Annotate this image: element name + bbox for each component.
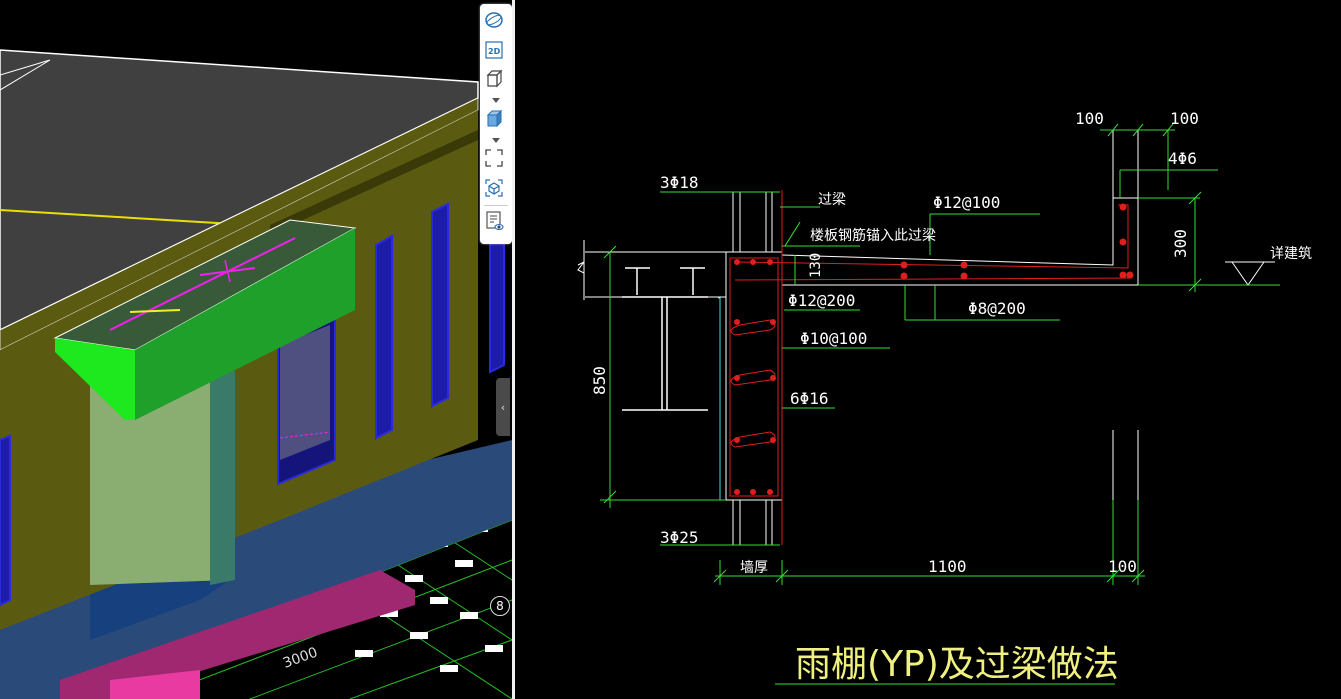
architecture-ref-label: 详建筑 [1270, 246, 1312, 262]
display-settings-icon[interactable] [484, 210, 508, 234]
collapse-panel-button[interactable]: ‹ [496, 378, 510, 436]
svg-text:2D: 2D [488, 47, 501, 56]
slab-anchor-note: 楼板钢筋锚入此过梁 [810, 227, 936, 244]
axis-number-badge: 8 [490, 596, 510, 616]
view-2d-icon[interactable]: 2D [484, 40, 508, 64]
dynamic-observe-icon[interactable] [484, 10, 508, 34]
view-cube-icon[interactable] [484, 178, 508, 202]
drawing-title: 雨棚(YP)及过梁做法 [795, 644, 1119, 685]
dim-130-label: 130 [808, 253, 824, 278]
3d-model-render: 3000 [0, 49, 512, 699]
view-toolbar: 2D [480, 4, 512, 244]
cad-drawing-pane[interactable]: 100 100 4Φ6 3Φ18 过梁 楼板钢筋锚入此过梁 Φ12@100 详建… [515, 0, 1341, 699]
chevron-down-icon[interactable] [492, 138, 500, 143]
dim-850-label: 850 [590, 366, 609, 395]
3d-viewport[interactable]: 3000 2D ‹ 8 [0, 0, 512, 699]
lintel-label: 过梁 [818, 192, 846, 208]
dim-300-label: 300 [1171, 229, 1190, 258]
wall-thickness-label: 墙厚 [740, 560, 768, 576]
stirrup-4-label: 4Φ6 [1168, 149, 1197, 168]
beam-top-bar-label: 3Φ18 [660, 173, 699, 192]
distribution-bar-label: Φ8@200 [968, 299, 1026, 318]
grid-dimension-text: 3000 [281, 645, 320, 672]
view-3d-solid-icon[interactable] [484, 108, 508, 132]
rebar-200-label: Φ12@200 [788, 291, 855, 310]
view-3d-box-icon[interactable] [484, 68, 508, 92]
zoom-extent-icon[interactable] [484, 148, 508, 172]
stirrup-label: Φ10@100 [800, 329, 867, 348]
chevron-down-icon[interactable] [492, 98, 500, 103]
top-rebar-label: Φ12@100 [933, 193, 1000, 212]
bottom-bar-label: 3Φ25 [660, 528, 699, 547]
chevron-left-icon: ‹ [500, 400, 506, 414]
dim-100-bottom-label: 100 [1108, 557, 1137, 576]
dim-100-top-left: 100 [1075, 109, 1104, 128]
canopy-lintel-drawing: 100 100 4Φ6 3Φ18 过梁 楼板钢筋锚入此过梁 Φ12@100 详建… [577, 109, 1312, 685]
dim-1100-label: 1100 [928, 557, 967, 576]
dim-100-top-right: 100 [1170, 109, 1199, 128]
side-bar-label: 6Φ16 [790, 389, 829, 408]
